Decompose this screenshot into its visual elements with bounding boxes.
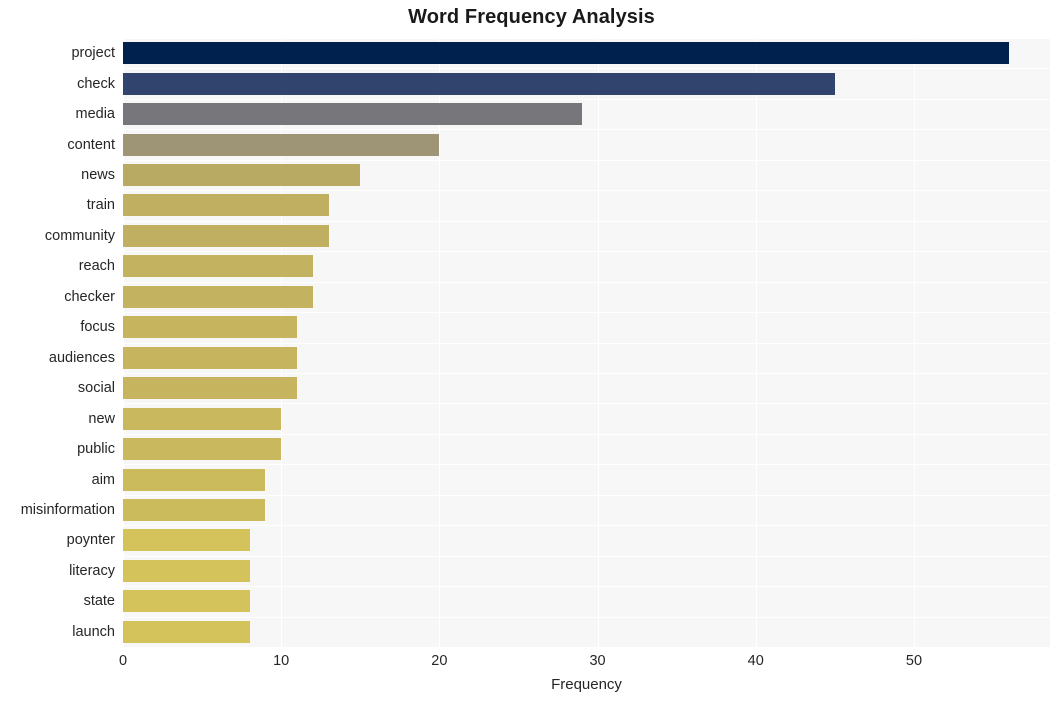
- bar[interactable]: [123, 377, 297, 400]
- x-tick-label: 20: [431, 653, 448, 669]
- chart-title: Word Frequency Analysis: [408, 6, 655, 28]
- y-tick-label: audiences: [48, 349, 115, 366]
- x-tick-label: 30: [589, 653, 606, 669]
- bar[interactable]: [123, 316, 297, 339]
- bar[interactable]: [123, 194, 329, 217]
- y-tick-label: news: [81, 167, 115, 184]
- word-frequency-bar-chart: Word Frequency Analysis project check medi…: [0, 0, 1063, 701]
- x-tick-label: 0: [118, 653, 128, 669]
- bar[interactable]: [123, 72, 835, 95]
- y-tick-label: media: [75, 106, 116, 123]
- y-tick-label: public: [77, 441, 115, 458]
- y-tick-label: misinformation: [20, 501, 115, 518]
- y-tick-label: train: [86, 197, 115, 214]
- y-axis-tick-labels: project check media content news train communi…: [0, 38, 115, 647]
- y-tick-label: content: [67, 136, 115, 153]
- bar[interactable]: [123, 559, 250, 582]
- bar[interactable]: [123, 255, 313, 278]
- y-tick-label: focus: [80, 319, 115, 336]
- y-tick-label: new: [88, 410, 115, 427]
- bar[interactable]: [123, 224, 329, 247]
- bar[interactable]: [123, 133, 440, 156]
- bars-layer: [123, 38, 1050, 647]
- y-tick-label: poynter: [66, 532, 115, 549]
- bar[interactable]: [123, 529, 250, 552]
- x-tick-label: 40: [747, 653, 764, 669]
- bar[interactable]: [123, 407, 282, 430]
- bar[interactable]: [123, 346, 297, 369]
- y-tick-label: checker: [64, 288, 115, 305]
- bar[interactable]: [123, 42, 1009, 65]
- bar[interactable]: [123, 468, 266, 491]
- bar[interactable]: [123, 103, 582, 126]
- y-tick-label: launch: [72, 623, 115, 640]
- bar[interactable]: [123, 164, 361, 187]
- x-tick-label: 10: [273, 653, 290, 669]
- plot-area: [123, 38, 1050, 648]
- y-tick-label: literacy: [69, 562, 115, 579]
- bar[interactable]: [123, 498, 266, 521]
- bar[interactable]: [123, 438, 282, 461]
- x-axis-title: Frequency: [551, 676, 622, 693]
- bar[interactable]: [123, 285, 313, 308]
- x-tick-label: 50: [905, 653, 923, 669]
- y-tick-label: reach: [78, 258, 115, 275]
- y-tick-label: check: [77, 75, 115, 92]
- bar[interactable]: [123, 620, 250, 643]
- y-tick-label: aim: [91, 471, 115, 488]
- y-tick-label: project: [71, 45, 115, 62]
- y-tick-label: community: [44, 227, 115, 244]
- y-tick-label: state: [83, 593, 115, 610]
- bar[interactable]: [123, 590, 250, 613]
- x-axis: Frequency 0 10 20 30 40 50: [0, 647, 1063, 701]
- y-tick-label: social: [77, 380, 115, 397]
